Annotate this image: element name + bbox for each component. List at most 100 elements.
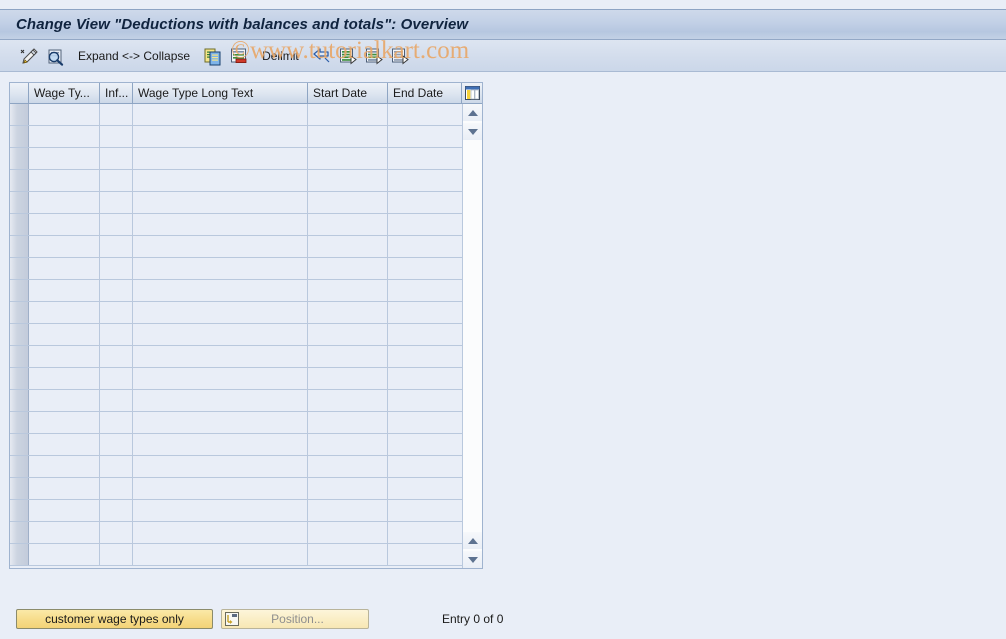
cell-long-text[interactable] (133, 500, 308, 521)
cell-wage-type[interactable] (29, 170, 100, 191)
table-row[interactable] (10, 346, 482, 368)
cell-start-date[interactable] (308, 522, 388, 543)
cell-infotype[interactable] (100, 302, 133, 323)
cell-start-date[interactable] (308, 280, 388, 301)
cell-wage-type[interactable] (29, 522, 100, 543)
cell-infotype[interactable] (100, 434, 133, 455)
table-row[interactable] (10, 192, 482, 214)
cell-long-text[interactable] (133, 192, 308, 213)
deselect-all-icon[interactable] (387, 44, 413, 68)
cell-infotype[interactable] (100, 368, 133, 389)
table-row[interactable] (10, 412, 482, 434)
cell-wage-type[interactable] (29, 434, 100, 455)
cell-end-date[interactable] (388, 544, 462, 565)
cell-wage-type[interactable] (29, 324, 100, 345)
cell-long-text[interactable] (133, 368, 308, 389)
cell-start-date[interactable] (308, 236, 388, 257)
change-entry-icon[interactable] (16, 44, 42, 68)
cell-infotype[interactable] (100, 214, 133, 235)
cell-long-text[interactable] (133, 258, 308, 279)
table-row[interactable] (10, 214, 482, 236)
cell-infotype[interactable] (100, 324, 133, 345)
row-selector[interactable] (10, 500, 29, 521)
table-row[interactable] (10, 324, 482, 346)
cell-start-date[interactable] (308, 214, 388, 235)
row-selector[interactable] (10, 302, 29, 323)
table-row[interactable] (10, 302, 482, 324)
select-block-icon[interactable] (361, 44, 387, 68)
row-selector[interactable] (10, 258, 29, 279)
cell-long-text[interactable] (133, 302, 308, 323)
cell-start-date[interactable] (308, 456, 388, 477)
delete-row-icon[interactable] (226, 44, 252, 68)
cell-end-date[interactable] (388, 346, 462, 367)
copy-as-icon[interactable] (200, 44, 226, 68)
table-row[interactable] (10, 478, 482, 500)
cell-long-text[interactable] (133, 434, 308, 455)
cell-infotype[interactable] (100, 346, 133, 367)
cell-end-date[interactable] (388, 126, 462, 147)
column-header-wage-type[interactable]: Wage Ty... (29, 83, 100, 103)
cell-wage-type[interactable] (29, 456, 100, 477)
row-selector[interactable] (10, 324, 29, 345)
table-row[interactable] (10, 104, 482, 126)
cell-infotype[interactable] (100, 478, 133, 499)
cell-infotype[interactable] (100, 280, 133, 301)
cell-infotype[interactable] (100, 258, 133, 279)
cell-wage-type[interactable] (29, 412, 100, 433)
cell-wage-type[interactable] (29, 104, 100, 125)
customer-wage-types-only-button[interactable]: customer wage types only (16, 609, 213, 629)
row-selector[interactable] (10, 434, 29, 455)
cell-infotype[interactable] (100, 126, 133, 147)
cell-end-date[interactable] (388, 368, 462, 389)
cell-end-date[interactable] (388, 214, 462, 235)
cell-long-text[interactable] (133, 346, 308, 367)
cell-end-date[interactable] (388, 522, 462, 543)
cell-end-date[interactable] (388, 478, 462, 499)
scroll-page-down-button[interactable] (463, 551, 482, 568)
table-row[interactable] (10, 280, 482, 302)
row-selector[interactable] (10, 192, 29, 213)
cell-end-date[interactable] (388, 456, 462, 477)
cell-infotype[interactable] (100, 456, 133, 477)
cell-long-text[interactable] (133, 170, 308, 191)
row-selector[interactable] (10, 214, 29, 235)
cell-end-date[interactable] (388, 500, 462, 521)
cell-end-date[interactable] (388, 104, 462, 125)
row-selector[interactable] (10, 390, 29, 411)
cell-wage-type[interactable] (29, 126, 100, 147)
table-row[interactable] (10, 500, 482, 522)
cell-start-date[interactable] (308, 324, 388, 345)
cell-infotype[interactable] (100, 412, 133, 433)
cell-start-date[interactable] (308, 368, 388, 389)
table-row[interactable] (10, 544, 482, 566)
table-row[interactable] (10, 390, 482, 412)
cell-start-date[interactable] (308, 148, 388, 169)
cell-long-text[interactable] (133, 478, 308, 499)
row-selector[interactable] (10, 148, 29, 169)
table-row[interactable] (10, 368, 482, 390)
cell-end-date[interactable] (388, 236, 462, 257)
cell-long-text[interactable] (133, 280, 308, 301)
cell-end-date[interactable] (388, 434, 462, 455)
row-selector[interactable] (10, 456, 29, 477)
row-selector[interactable] (10, 412, 29, 433)
cell-infotype[interactable] (100, 390, 133, 411)
cell-wage-type[interactable] (29, 302, 100, 323)
cell-infotype[interactable] (100, 170, 133, 191)
cell-start-date[interactable] (308, 390, 388, 411)
row-selector[interactable] (10, 368, 29, 389)
cell-wage-type[interactable] (29, 214, 100, 235)
cell-wage-type[interactable] (29, 148, 100, 169)
cell-start-date[interactable] (308, 104, 388, 125)
cell-long-text[interactable] (133, 104, 308, 125)
cell-long-text[interactable] (133, 390, 308, 411)
table-row[interactable] (10, 236, 482, 258)
table-row[interactable] (10, 258, 482, 280)
table-row[interactable] (10, 522, 482, 544)
cell-start-date[interactable] (308, 170, 388, 191)
cell-wage-type[interactable] (29, 544, 100, 565)
row-selector[interactable] (10, 522, 29, 543)
scroll-line-up-button[interactable] (463, 532, 482, 549)
column-header-end-date[interactable]: End Date (388, 83, 462, 103)
